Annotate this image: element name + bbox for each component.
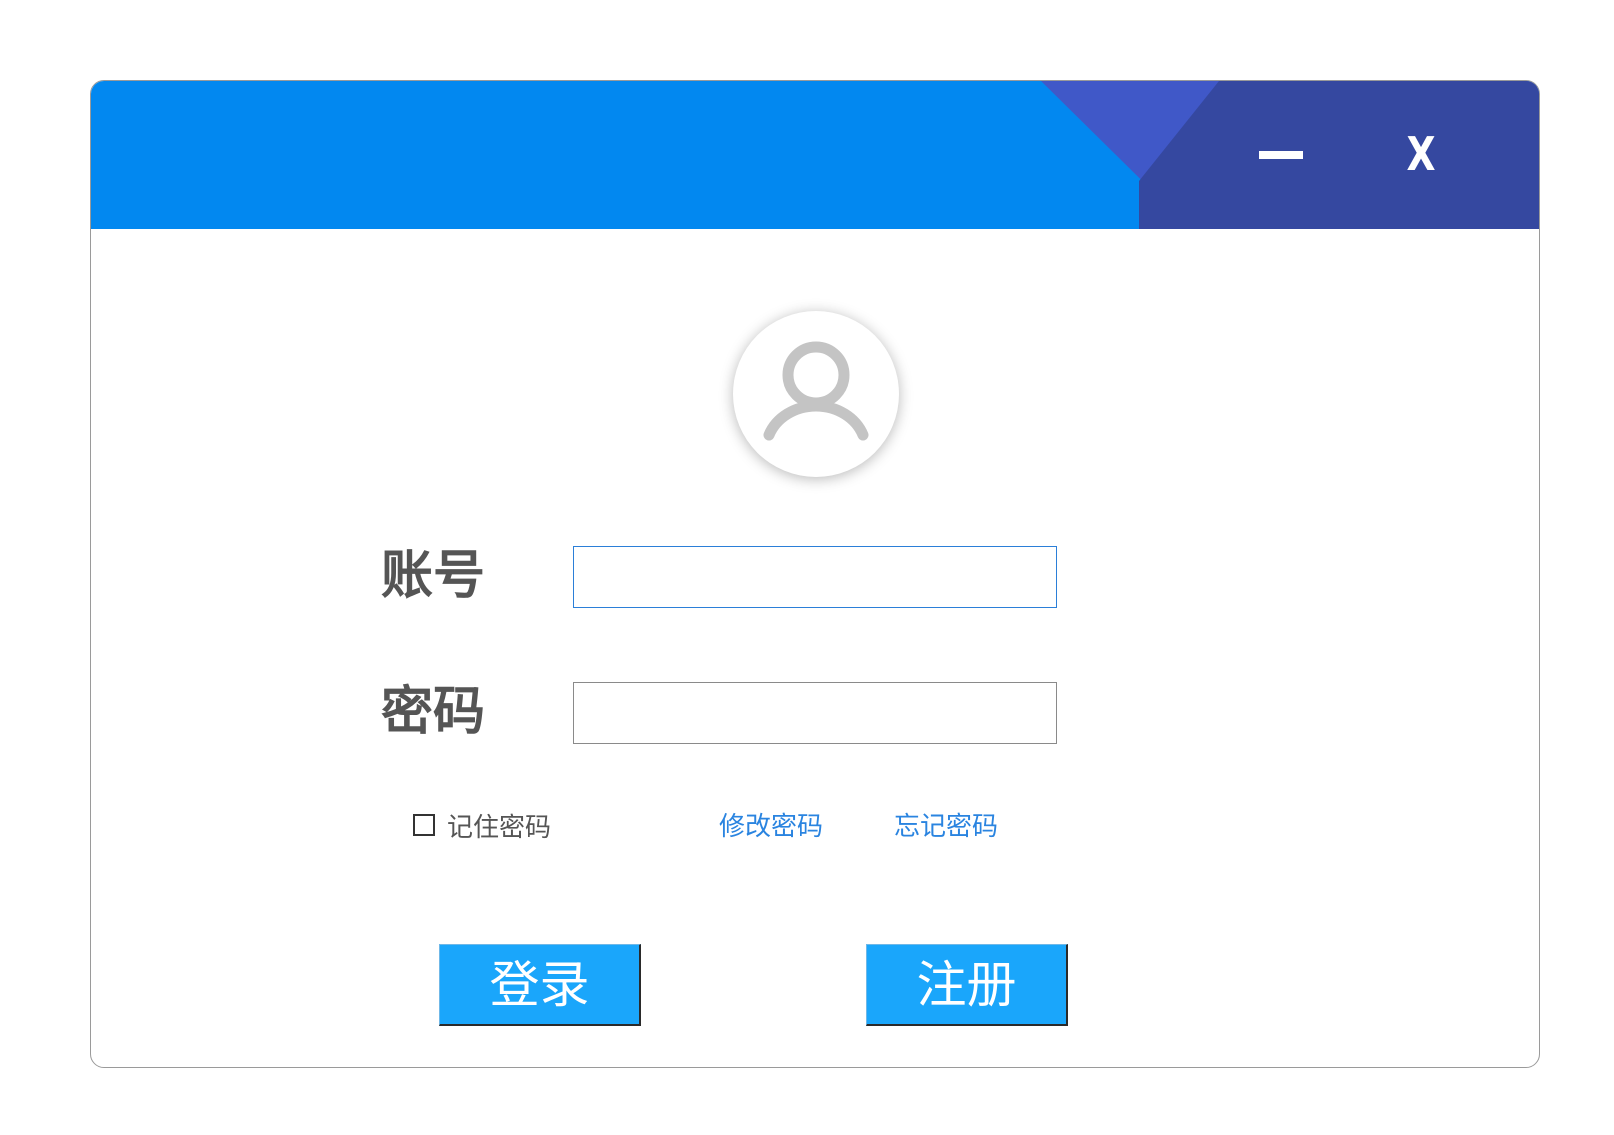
minimize-icon [1259,151,1303,159]
register-button[interactable]: 注册 [866,944,1068,1026]
account-input[interactable] [573,546,1057,608]
user-icon [763,341,869,441]
login-window: X 账号 密码 记住密码 修改密码 忘记密码 登录 注册 [90,80,1540,1068]
title-bar[interactable]: X [91,81,1539,229]
titlebar-decoration [1041,81,1539,229]
password-label: 密码 [381,682,486,742]
account-label: 账号 [381,546,486,606]
remember-password-label: 记住密码 [447,812,552,843]
minimize-button[interactable] [1241,111,1321,197]
change-password-link[interactable]: 修改密码 [719,807,823,847]
remember-password-option[interactable]: 记住密码 [413,805,551,845]
password-input[interactable] [573,682,1057,744]
close-button[interactable]: X [1388,111,1454,197]
login-button[interactable]: 登录 [439,944,641,1026]
forgot-password-link[interactable]: 忘记密码 [894,807,998,847]
avatar [733,311,899,477]
remember-password-checkbox[interactable] [413,814,435,836]
